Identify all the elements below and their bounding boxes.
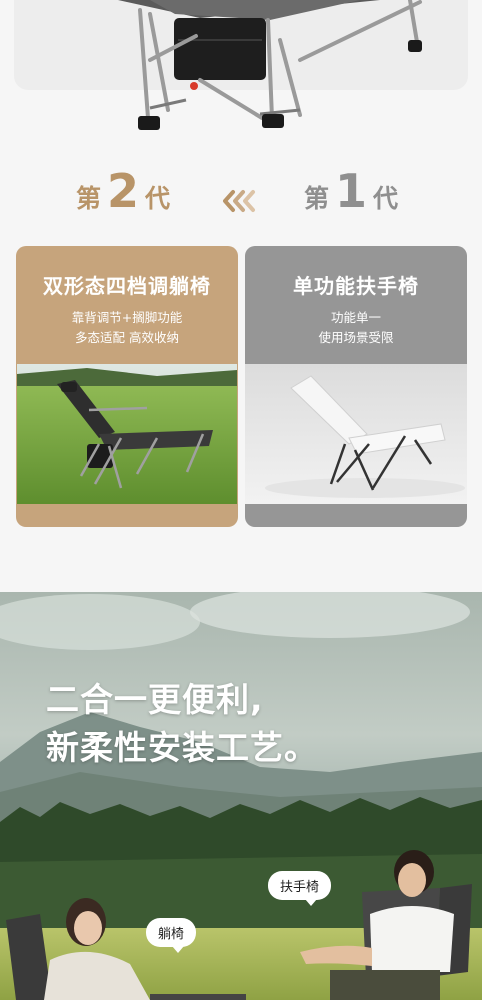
armchair-photo (245, 364, 467, 504)
card-new-title: 双形态四档调躺椅 (43, 274, 211, 298)
banner-headline: 二合一更便利, 新柔性安装工艺。 (46, 676, 318, 772)
triple-chevron-left-icon (223, 190, 255, 212)
new-gen-prefix: 第 (76, 184, 102, 213)
banner-headline-line: 二合一更便利, (46, 680, 264, 719)
card-old-desc-line: 使用场景受限 (318, 330, 394, 345)
card-old-desc-line: 功能单一 (330, 310, 381, 325)
recliner-photo (17, 364, 237, 504)
old-gen-suffix: 代 (373, 184, 399, 213)
new-gen-number: 2 (107, 164, 140, 218)
recliner-label-bubble: 躺椅 (146, 918, 197, 953)
old-gen-prefix: 第 (304, 184, 330, 213)
card-old-generation: 单功能扶手椅 功能单一 使用场景受限 (245, 246, 467, 527)
card-old-description: 功能单一 使用场景受限 (245, 308, 467, 348)
top-chair-image (118, 0, 422, 130)
card-new-desc-line: 多态适配 高效收纳 (75, 330, 179, 345)
card-old-title: 单功能扶手椅 (293, 274, 419, 298)
old-gen-number: 1 (335, 164, 368, 218)
armchair-label-bubble: 扶手椅 (268, 871, 332, 906)
old-generation-label: 第 1 代 (304, 168, 398, 215)
card-new-description: 靠背调节+搁脚功能 多态适配 高效收纳 (16, 308, 238, 348)
card-new-desc-line: 靠背调节+搁脚功能 (71, 310, 183, 325)
banner-headline-line: 新柔性安装工艺。 (46, 728, 318, 767)
card-new-generation: 双形态四档调躺椅 靠背调节+搁脚功能 多态适配 高效收纳 (16, 246, 238, 527)
new-gen-suffix: 代 (145, 184, 171, 213)
new-generation-label: 第 2 代 (76, 168, 170, 215)
lifestyle-banner-photo (0, 592, 482, 1000)
